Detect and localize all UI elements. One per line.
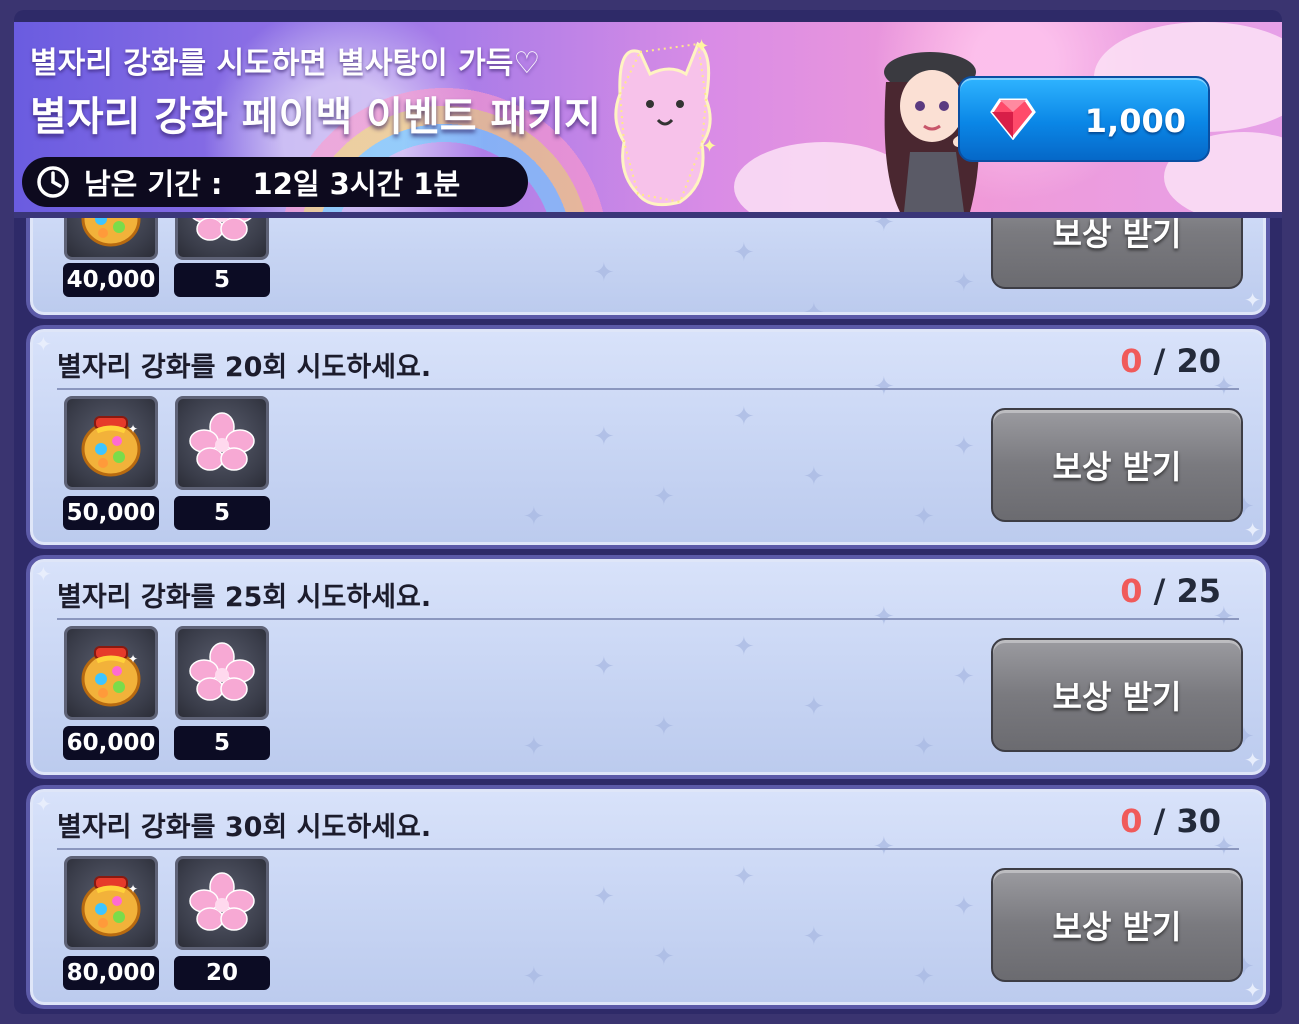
progress-total: 30 <box>1176 802 1221 840</box>
sparkle-decoration: ✦ <box>593 882 615 912</box>
svg-text:✦: ✦ <box>694 36 709 57</box>
star-candy-jar-icon <box>73 405 149 481</box>
reward-quantity: 80,000 <box>63 956 159 990</box>
pink-flower-icon <box>184 865 260 941</box>
mission-card: ✦ ✦ ✦ ✦ ✦ ✦ ✦ ✦ ✦ ✦ ✦ ✦ 별자리 강화를 20회 시도하세요. 0 / 20 … <box>30 329 1266 545</box>
reward-quantity: 5 <box>174 726 270 760</box>
corner-star-decoration: ✦ <box>1244 748 1261 772</box>
purchase-price-button[interactable]: 1,000 <box>958 76 1210 162</box>
remaining-time-value: 12일 3시간 1분 <box>252 167 461 201</box>
mission-divider <box>57 388 1239 390</box>
package-price: 1,000 <box>1084 102 1186 140</box>
progress-total: 25 <box>1176 572 1221 610</box>
sparkle-decoration: ✦ <box>653 482 675 512</box>
constellation-cat-mascot: ✦ ✦ <box>614 36 717 207</box>
progress-separator: / <box>1142 572 1177 610</box>
sparkle-decoration: ✦ <box>913 732 935 762</box>
mission-progress: 0 / 25 <box>1120 572 1221 610</box>
sparkle-decoration: ✦ <box>873 602 895 632</box>
star-candy-jar-icon <box>73 635 149 711</box>
reward-slot-flower[interactable] <box>175 626 269 720</box>
corner-star-decoration: ✦ <box>35 562 52 586</box>
sparkle-decoration: ✦ <box>653 712 675 742</box>
sparkle-decoration: ✦ <box>953 432 975 462</box>
sparkle-decoration: ✦ <box>733 402 755 432</box>
reward-quantity: 40,000 <box>63 263 159 297</box>
corner-star-decoration: ✦ <box>1244 288 1261 312</box>
sparkle-decoration: ✦ <box>803 692 825 722</box>
progress-current: 0 <box>1120 572 1143 610</box>
remaining-time-pill: 남은 기간 : 12일 3시간 1분 <box>22 157 528 207</box>
mission-card: ✦ ✦ ✦ ✦ ✦ ✦ ✦ ✦ ✦ ✦ ✦ ✦ 별자리 강화를 25회 시도하세요. 0 / 25 … <box>30 559 1266 775</box>
claim-reward-button[interactable]: 보상 받기 <box>991 868 1243 982</box>
reward-slot-candy-jar[interactable] <box>64 856 158 950</box>
mission-title: 별자리 강화를 20회 시도하세요. <box>57 352 432 383</box>
mission-progress: 0 / 30 <box>1120 802 1221 840</box>
progress-total: 20 <box>1176 342 1221 380</box>
mission-divider <box>57 618 1239 620</box>
sparkle-decoration: ✦ <box>523 732 545 762</box>
sparkle-decoration: ✦ <box>733 238 755 268</box>
sparkle-decoration: ✦ <box>803 922 825 952</box>
reward-slot-flower[interactable] <box>175 856 269 950</box>
progress-current: 0 <box>1120 802 1143 840</box>
reward-quantity: 5 <box>174 263 270 297</box>
event-banner: 별자리 강화를 시도하면 별사탕이 가득♡ 별자리 강화 페이백 이벤트 패키지… <box>14 22 1282 218</box>
mission-title: 별자리 강화를 25회 시도하세요. <box>57 582 432 613</box>
corner-star-decoration: ✦ <box>1244 978 1261 1002</box>
sparkle-decoration: ✦ <box>593 258 615 288</box>
star-candy-jar-icon <box>73 865 149 941</box>
sparkle-decoration: ✦ <box>803 462 825 492</box>
corner-star-decoration: ✦ <box>35 332 52 356</box>
sparkle-decoration: ✦ <box>733 632 755 662</box>
banner-subtitle: 별자리 강화를 시도하면 별사탕이 가득♡ <box>30 46 541 81</box>
progress-separator: / <box>1142 802 1177 840</box>
sparkle-decoration: ✦ <box>953 268 975 298</box>
clock-icon <box>37 166 69 198</box>
pink-flower-icon <box>184 405 260 481</box>
progress-separator: / <box>1142 342 1177 380</box>
reward-slot-flower[interactable] <box>175 396 269 490</box>
sparkle-decoration: ✦ <box>523 962 545 992</box>
progress-current: 0 <box>1120 342 1143 380</box>
reward-quantity: 60,000 <box>63 726 159 760</box>
mission-card: ✦ ✦ ✦ ✦ ✦ ✦ ✦ ✦ ✦ ✦ ✦ ✦ 별자리 강화를 30회 시도하세요. 0 / 30 … <box>30 789 1266 1005</box>
sparkle-decoration: ✦ <box>653 942 675 972</box>
sparkle-decoration: ✦ <box>873 832 895 862</box>
remaining-time-label: 남은 기간 : <box>84 167 223 201</box>
sparkle-decoration: ✦ <box>913 962 935 992</box>
reward-slot-candy-jar[interactable] <box>64 396 158 490</box>
reward-quantity: 50,000 <box>63 496 159 530</box>
pink-flower-icon <box>184 635 260 711</box>
sparkle-decoration: ✦ <box>523 502 545 532</box>
claim-reward-button[interactable]: 보상 받기 <box>991 408 1243 522</box>
mission-title: 별자리 강화를 30회 시도하세요. <box>57 812 432 843</box>
sparkle-decoration: ✦ <box>873 372 895 402</box>
reward-quantity: 5 <box>174 496 270 530</box>
sparkle-decoration: ✦ <box>913 502 935 532</box>
mission-divider <box>57 848 1239 850</box>
sparkle-decoration: ✦ <box>953 662 975 692</box>
reward-quantity: 20 <box>174 956 270 990</box>
corner-star-decoration: ✦ <box>35 792 52 816</box>
mission-progress: 0 / 20 <box>1120 342 1221 380</box>
svg-text:✦: ✦ <box>702 136 717 157</box>
reward-slot-candy-jar[interactable] <box>64 626 158 720</box>
sparkle-decoration: ✦ <box>953 892 975 922</box>
claim-reward-button[interactable]: 보상 받기 <box>991 638 1243 752</box>
sparkle-decoration: ✦ <box>803 298 825 315</box>
sparkle-decoration: ✦ <box>593 652 615 682</box>
corner-star-decoration: ✦ <box>1244 518 1261 542</box>
banner-title: 별자리 강화 페이백 이벤트 패키지 <box>30 94 601 140</box>
sparkle-decoration: ✦ <box>733 862 755 892</box>
ruby-gem-icon <box>990 98 1036 140</box>
sparkle-decoration: ✦ <box>593 422 615 452</box>
